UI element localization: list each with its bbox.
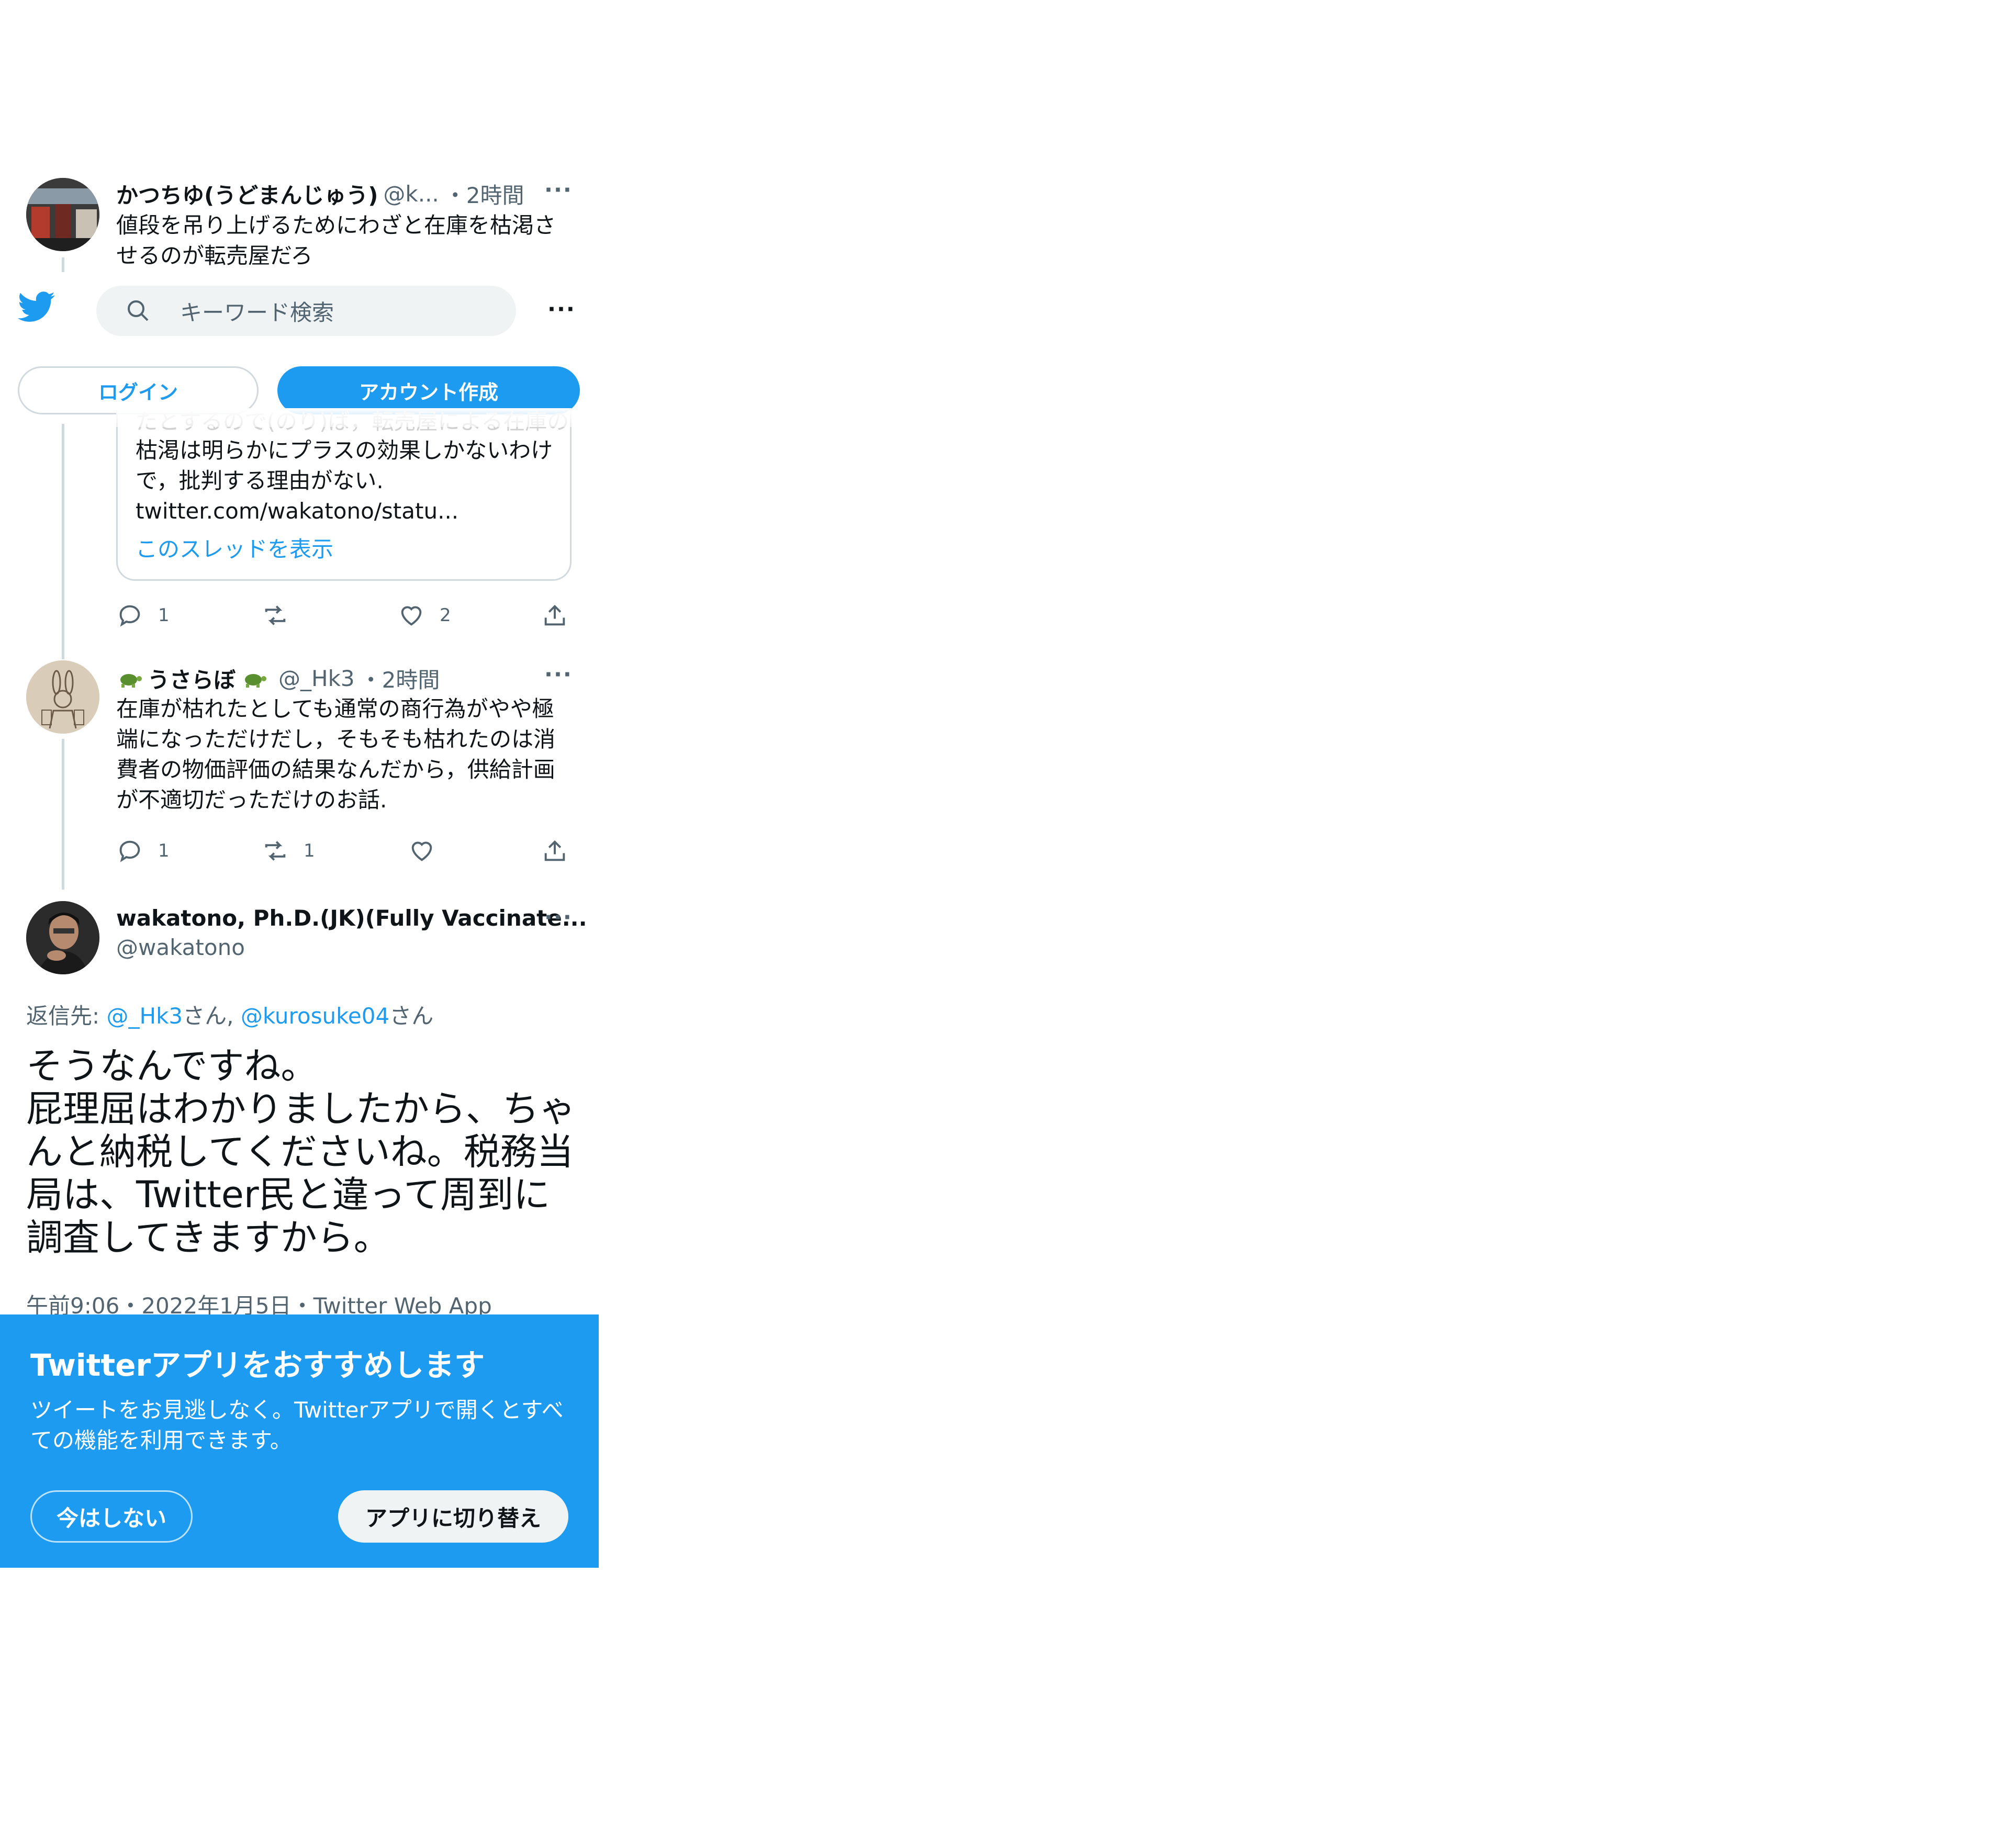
like-count: 2 <box>440 605 451 626</box>
more-options-icon[interactable]: ··· <box>544 177 573 203</box>
thread-line-1 <box>62 257 64 272</box>
reply-count: 1 <box>158 605 170 626</box>
more-options-icon[interactable]: ··· <box>544 904 573 930</box>
search-placeholder: キーワード検索 <box>180 299 334 325</box>
tweet-text: 在庫が枯れたとしても通常の商行為がやや極端になっただけだし，そもそも枯れたのは消… <box>116 696 556 813</box>
share-button[interactable] <box>541 602 568 629</box>
more-options-icon[interactable]: ··· <box>544 661 573 687</box>
heart-icon <box>401 606 422 626</box>
banner-body: ツイートをお見逃しなく。Twitterアプリで開くとすべての機能を利用できます。 <box>30 1397 564 1453</box>
reply-count: 1 <box>158 840 170 861</box>
rabbit-avatar-image <box>26 660 99 734</box>
tweet-1-header: かつちゆ(うどまんじゅう) @k... ・2時間 <box>116 178 524 210</box>
header-more-icon[interactable]: ··· <box>547 296 576 322</box>
tweet-time[interactable]: ・2時間 <box>360 662 440 694</box>
share-button[interactable] <box>541 837 568 864</box>
search-input[interactable]: キーワード検索 <box>96 286 516 336</box>
header-fade <box>116 408 572 427</box>
tweet-author-handle[interactable]: @_Hk3 <box>278 666 355 691</box>
heart-icon <box>411 841 432 861</box>
reply-button[interactable]: 1 <box>116 602 170 629</box>
share-icon <box>544 840 565 861</box>
banner-title: Twitterアプリをおすすめします <box>30 1347 485 1383</box>
avatar-usarabo[interactable] <box>26 660 99 734</box>
not-now-button[interactable]: 今はしない <box>30 1490 193 1543</box>
like-button[interactable]: 2 <box>398 602 451 629</box>
twitter-bird-icon[interactable] <box>18 291 55 325</box>
share-icon <box>544 604 565 626</box>
retweet-button[interactable] <box>262 602 289 629</box>
avatar-image <box>26 178 99 251</box>
thread-line-3 <box>62 739 64 890</box>
like-button[interactable] <box>408 837 435 864</box>
switch-to-app-button[interactable]: アプリに切り替え <box>338 1490 568 1543</box>
tweet-time[interactable]: ・2時間 <box>444 178 524 210</box>
show-thread-link[interactable]: このスレッドを表示 <box>136 532 333 564</box>
reply-to-user-link[interactable]: @_Hk3 <box>107 1003 183 1029</box>
main-tweet-text: そうなんですね。 屁理屈はわかりましたから、ちゃんと納税してくださいね。税務当局… <box>26 1044 576 1259</box>
reply-to-suffix: さん <box>389 1003 434 1029</box>
reply-icon <box>119 605 140 627</box>
reply-to-suffix: さん, <box>183 1003 234 1029</box>
thread-line-2 <box>62 424 64 659</box>
avatar-wakatono[interactable] <box>26 901 99 974</box>
tweet-author-name[interactable]: かつちゆ(うどまんじゅう) <box>116 178 378 210</box>
turtle-emoji-icon <box>116 668 142 689</box>
reply-icon <box>119 840 140 862</box>
avatar-katsuchiyu[interactable] <box>26 178 99 251</box>
tweet-3-header: うさらぼ @_Hk3 ・2時間 <box>116 662 440 694</box>
tweet-text: 値段を吊り上げるためにわざと在庫を枯渇させるのが転売屋だろ <box>116 212 556 268</box>
search-icon <box>126 298 151 323</box>
login-button[interactable]: ログイン <box>18 366 259 414</box>
tweet-author-name[interactable]: うさらぼ <box>148 662 236 694</box>
quote-card[interactable]: たとするので(のり)ば，転売屋による在庫の 枯渇は明らかにプラスの効果しかないわ… <box>116 408 572 581</box>
retweet-button[interactable]: 1 <box>262 837 315 864</box>
tweet-author-name[interactable]: wakatono, Ph.D.(JK)(Fully Vaccinate... <box>116 905 587 931</box>
retweet-icon <box>265 841 286 861</box>
retweet-icon <box>265 605 286 625</box>
turtle-emoji-icon <box>241 668 267 689</box>
reply-button[interactable]: 1 <box>116 837 170 864</box>
reply-to-label: 返信先: <box>26 1003 107 1029</box>
quote-link[interactable]: twitter.com/wakatono/statu... <box>136 496 458 526</box>
signup-button[interactable]: アカウント作成 <box>277 366 580 414</box>
tweet-author-handle[interactable]: @k... <box>383 181 439 207</box>
reply-to-line: 返信先: @_Hk3さん, @kurosuke04さん <box>26 998 433 1030</box>
reply-to-user-link[interactable]: @kurosuke04 <box>241 1003 389 1029</box>
retweet-count: 1 <box>304 840 315 861</box>
avatar-image <box>26 901 99 974</box>
quote-text: 枯渇は明らかにプラスの効果しかないわけで，批判する理由がない. <box>136 437 553 493</box>
tweet-author-handle[interactable]: @wakatono <box>116 935 245 960</box>
app-promo-banner: Twitterアプリをおすすめします ツイートをお見逃しなく。Twitterアプ… <box>0 1314 599 1568</box>
